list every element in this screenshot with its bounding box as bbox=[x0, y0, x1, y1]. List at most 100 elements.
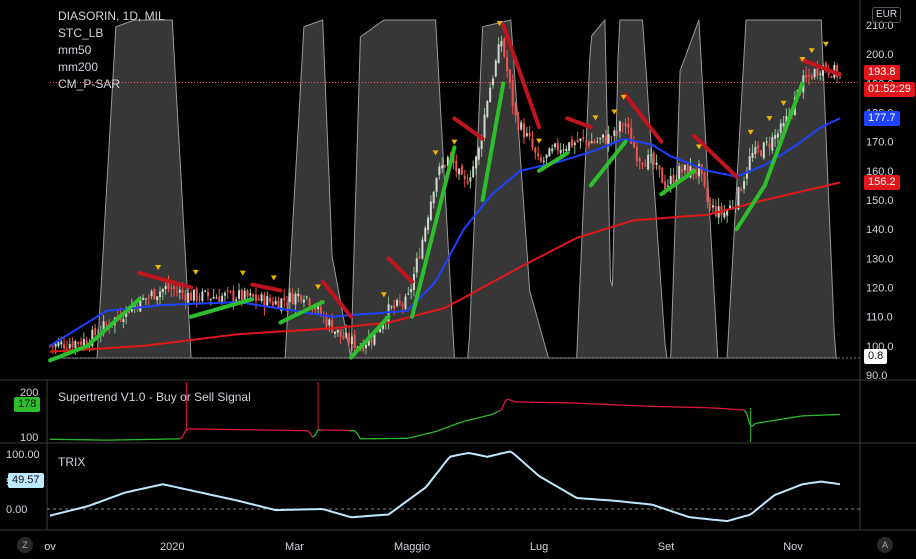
candle-body bbox=[142, 297, 145, 300]
signal-marker bbox=[822, 41, 829, 47]
candle-body bbox=[678, 166, 681, 181]
candle-body bbox=[249, 293, 252, 296]
candle-body bbox=[570, 139, 573, 147]
candle-body bbox=[466, 180, 469, 184]
candle-body bbox=[576, 139, 579, 142]
candle-body bbox=[302, 299, 305, 303]
candle-body bbox=[215, 297, 218, 299]
candle-body bbox=[291, 293, 294, 304]
candle-body bbox=[226, 290, 229, 292]
candle-body bbox=[723, 212, 726, 218]
candle-body bbox=[523, 123, 525, 138]
candle-body bbox=[641, 163, 644, 165]
candle-body bbox=[610, 136, 613, 138]
candle-body bbox=[427, 217, 430, 230]
candle-body bbox=[305, 296, 308, 298]
indicator-mm50[interactable]: mm50 bbox=[58, 42, 165, 59]
supertrend-segment bbox=[512, 400, 516, 403]
candle-body bbox=[396, 300, 399, 306]
supertrend-segment bbox=[422, 433, 426, 436]
candle-body bbox=[175, 291, 178, 293]
candle-body bbox=[438, 166, 441, 176]
candle-body bbox=[463, 175, 466, 180]
supertrend-segment bbox=[461, 420, 465, 423]
supertrend-segment bbox=[182, 430, 187, 438]
candle-body bbox=[491, 78, 494, 86]
candle-body bbox=[551, 148, 554, 152]
supertrend-segment bbox=[453, 423, 457, 426]
candle-body bbox=[212, 296, 215, 299]
candle-body bbox=[328, 319, 331, 326]
candle-body bbox=[458, 168, 461, 175]
candle-body bbox=[475, 156, 478, 169]
supertrend-segment bbox=[413, 435, 417, 438]
time-tick-label: Mar bbox=[285, 541, 304, 553]
candle-body bbox=[232, 290, 235, 302]
candle-body bbox=[579, 138, 582, 141]
candle-body bbox=[683, 164, 686, 171]
candle-body bbox=[776, 133, 779, 138]
candle-body bbox=[207, 291, 209, 297]
currency-label[interactable]: EUR bbox=[872, 7, 902, 23]
candle-body bbox=[240, 289, 243, 301]
candle-body bbox=[573, 142, 576, 146]
candle-body bbox=[703, 172, 706, 186]
trix-line bbox=[47, 450, 860, 523]
supertrend-segment bbox=[441, 427, 446, 430]
candle-body bbox=[252, 294, 255, 297]
indicator-stc[interactable]: STC_LB bbox=[58, 25, 165, 42]
candle-body bbox=[627, 123, 630, 128]
candle-body bbox=[68, 343, 71, 349]
candle-body bbox=[545, 154, 548, 159]
timezone-button[interactable]: Z bbox=[17, 537, 33, 553]
candle-body bbox=[810, 75, 813, 80]
candle-body bbox=[336, 329, 339, 333]
candle-body bbox=[503, 38, 506, 57]
candle-body bbox=[60, 341, 63, 345]
supertrend-segment bbox=[467, 419, 471, 421]
candle-body bbox=[587, 142, 590, 146]
symbol-title[interactable]: DIASORIN, 1D, MIL bbox=[58, 8, 165, 25]
candle-body bbox=[331, 319, 334, 333]
candle-body bbox=[472, 166, 475, 178]
candle-body bbox=[661, 167, 664, 183]
candle-body bbox=[596, 141, 599, 143]
candle-body bbox=[624, 123, 627, 127]
supertrend-segment bbox=[509, 399, 513, 402]
candle-body bbox=[613, 130, 616, 136]
supertrend-segment bbox=[752, 423, 756, 427]
supertrend-segment bbox=[306, 430, 310, 433]
candle-body bbox=[218, 296, 221, 302]
candle-body bbox=[77, 342, 80, 344]
trix-label[interactable]: TRIX bbox=[58, 455, 85, 469]
supertrend-segment bbox=[473, 417, 477, 420]
indicator-psar[interactable]: CM_P-SAR bbox=[58, 76, 165, 93]
candle-body bbox=[432, 191, 435, 204]
supertrend-segment bbox=[356, 433, 361, 440]
price-tick-label: 150.0 bbox=[866, 195, 894, 207]
candle-body bbox=[204, 290, 207, 292]
candle-body bbox=[819, 73, 822, 75]
candle-body bbox=[243, 290, 246, 300]
candle-body bbox=[760, 150, 762, 157]
candle-body bbox=[638, 158, 641, 162]
candle-body bbox=[506, 56, 509, 71]
candle-body bbox=[288, 292, 291, 302]
supertrend-segment bbox=[427, 432, 432, 435]
candle-body bbox=[274, 300, 277, 305]
candle-body bbox=[542, 160, 545, 162]
supertrend-segment bbox=[503, 398, 508, 404]
price-tick-label: 140.0 bbox=[866, 224, 894, 236]
candle-body bbox=[435, 177, 438, 192]
candle-body bbox=[712, 205, 715, 208]
candle-body bbox=[178, 289, 181, 293]
candle-body bbox=[528, 133, 531, 137]
candle-body bbox=[122, 319, 125, 322]
indicator-mm200[interactable]: mm200 bbox=[58, 59, 165, 76]
auto-scale-button[interactable]: A bbox=[877, 537, 893, 553]
time-tick-label: Nov bbox=[783, 541, 803, 553]
supertrend-segment bbox=[746, 413, 751, 425]
supertrend-segment bbox=[481, 415, 485, 418]
supertrend-label[interactable]: Supertrend V1.0 - Buy or Sell Signal bbox=[58, 390, 251, 404]
candle-body bbox=[568, 142, 571, 151]
